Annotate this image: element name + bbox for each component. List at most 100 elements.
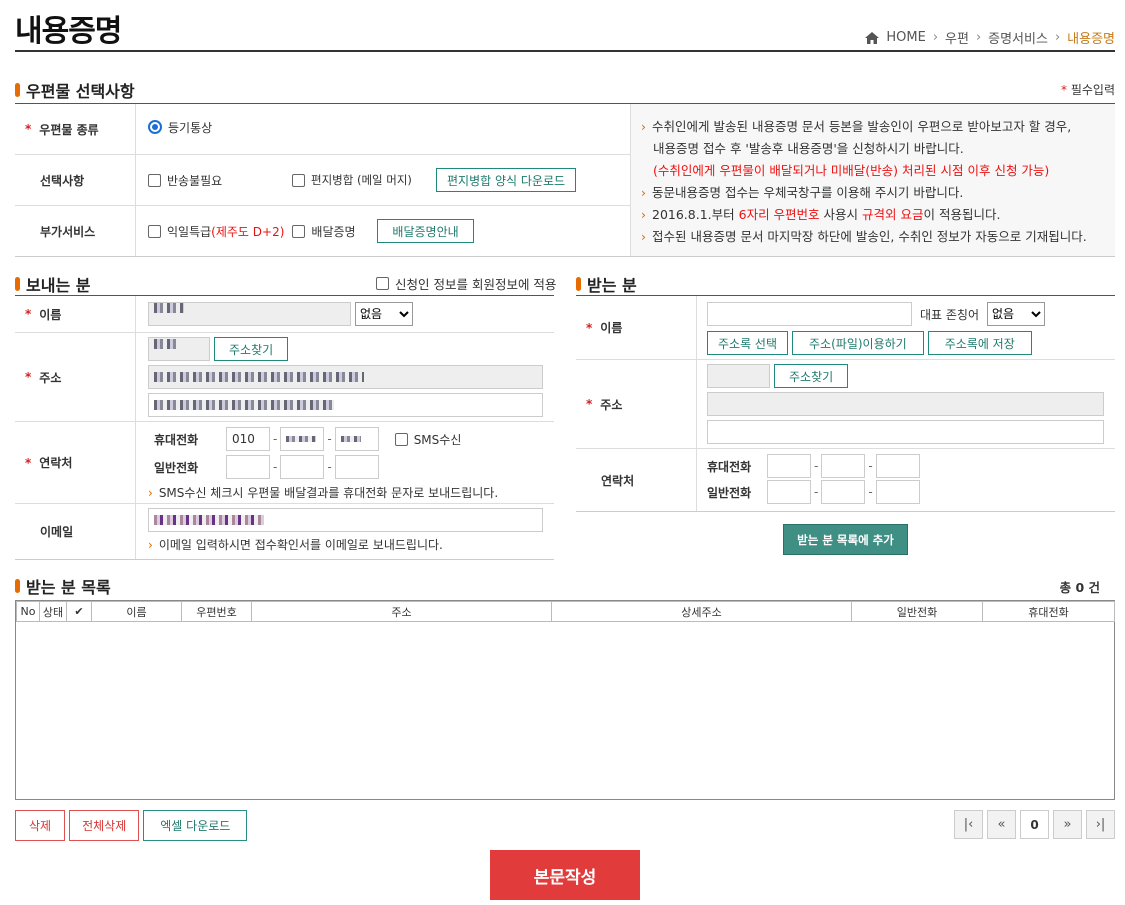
col-phone: 일반전화 [851,601,983,622]
section-bar-icon [15,277,20,291]
col-detail-address: 상세주소 [551,601,852,622]
receiver-name-input[interactable] [707,302,912,326]
col-address: 주소 [251,601,552,622]
sender-mobile-prefix[interactable]: 010 [226,427,270,451]
home-icon[interactable] [865,31,880,44]
title-divider [15,50,1115,52]
sender-name-input[interactable] [148,302,351,326]
checkbox-merge[interactable] [292,173,305,187]
sender-mobile-last[interactable] [334,427,379,451]
receiver-box: * 이름 대표 존칭어 없음 주소록 선택 주소(파일)이용하기 주소록에 저장 … [576,295,1115,512]
col-zipcode: 우편번호 [181,601,252,622]
current-page: 0 [1020,810,1049,839]
mail-type-value: 등기통상 [136,104,212,154]
receiver-find-address-button[interactable]: 주소찾기 [774,364,849,388]
delivery-guide-button[interactable]: 배달증명안내 [377,219,474,243]
mail-options-form: * 우편물 종류 등기통상 선택사항 반송불필요 편지병합 (메일 머지) 편지병… [15,104,630,256]
breadcrumb: HOME › 우편 › 증명서비스 › 내용증명 [865,28,1115,47]
receiver-phone-1[interactable] [767,480,811,504]
section-bar-icon [15,579,20,593]
col-status: 상태 [39,601,67,622]
receiver-row-name: * 이름 대표 존칭어 없음 주소록 선택 주소(파일)이용하기 주소록에 저장 [576,296,1115,360]
receiver-mobile-2[interactable] [821,454,866,478]
excel-download-button[interactable]: 엑셀 다운로드 [143,810,248,841]
address-file-button[interactable]: 주소(파일)이용하기 [792,331,924,355]
list-total-count: 총 0 건 [1059,580,1100,595]
checkbox-nextday[interactable] [148,224,161,238]
sender-phone-2[interactable] [280,455,325,479]
sender-email-input[interactable] [148,508,543,532]
receiver-phone-2[interactable] [821,480,866,504]
address-book-select-button[interactable]: 주소록 선택 [707,331,789,355]
sender-row-contact: * 연락처 휴대전화 010 - - SMS수신 일반전화 - - › SMS수신 … [15,422,554,504]
receiver-detail-address-input[interactable] [707,420,1104,444]
chevron-right-icon: › [975,30,982,45]
chevron-right-icon: › [1054,30,1061,45]
receiver-mobile-3[interactable] [875,454,920,478]
col-check[interactable]: ✔ [66,601,92,622]
checkbox-sms[interactable] [394,432,408,446]
receiver-honorific-select[interactable]: 없음 [987,302,1046,326]
section-receiver-title: 받는 분 [576,272,637,296]
col-name: 이름 [91,601,182,622]
sender-honorific-select[interactable]: 없음 [355,302,413,326]
label-options: 선택사항 [15,155,136,205]
required-note: * 필수입력 [1061,83,1115,97]
extra-value: 익일특급 (제주도 D+2) 배달증명 배달증명안내 [136,206,474,256]
prev-page-icon[interactable]: « [987,810,1016,839]
list-header-row: No 상태 ✔ 이름 우편번호 주소 상세주소 일반전화 휴대전화 [16,601,1115,622]
sender-detail-address-input[interactable] [148,393,543,417]
section-mail-options-title: 우편물 선택사항 [15,78,135,102]
sender-row-email: 이메일 › 이메일 입력하시면 접수확인서를 이메일로 보내드립니다. [15,504,554,559]
last-page-icon[interactable]: ›| [1086,810,1115,839]
section-bar-icon [15,83,20,97]
chevron-right-icon: › [932,30,939,45]
sender-box: * 이름 없음 * 주소 주소찾기 * 연락처 휴대전화 010 - - SMS… [15,295,554,560]
breadcrumb-home[interactable]: HOME [886,30,925,45]
delete-all-button[interactable]: 전체삭제 [69,810,140,841]
pagination: |‹ « 0 » ›| [954,810,1115,839]
sender-phone-3[interactable] [334,455,379,479]
section-list-title: 받는 분 목록 [15,574,111,598]
list-action-buttons: 삭제 전체삭제 엑셀 다운로드 [15,810,248,841]
sender-row-address: * 주소 주소찾기 [15,333,554,422]
receiver-address-input[interactable] [707,392,1104,416]
receiver-row-address: * 주소 주소찾기 [576,360,1115,449]
label-extra: 부가서비스 [15,206,136,256]
checkbox-no-return[interactable] [148,173,161,187]
apply-member-info: 신청인 정보를 회원정보에 적용 [376,274,556,293]
mail-options-box: * 우편물 종류 등기통상 선택사항 반송불필요 편지병합 (메일 머지) 편지병… [15,103,1115,257]
sender-row-name: * 이름 없음 [15,296,554,333]
checkbox-apply-member[interactable] [376,277,389,290]
sender-zipcode-input[interactable] [148,337,210,361]
write-body-button[interactable]: 본문작성 [490,850,640,900]
next-page-icon[interactable]: » [1053,810,1082,839]
receiver-phone-3[interactable] [875,480,920,504]
row-options: 선택사항 반송불필요 편지병합 (메일 머지) 편지병합 양식 다운로드 [15,155,630,206]
sender-address-input[interactable] [148,365,543,389]
breadcrumb-current: 내용증명 [1067,32,1115,47]
first-page-icon[interactable]: |‹ [954,810,983,839]
sender-mobile-mid[interactable] [280,427,325,451]
breadcrumb-cert[interactable]: 증명서비스 [988,28,1048,47]
page-title: 내용증명 [15,14,122,49]
breadcrumb-post[interactable]: 우편 [945,28,969,47]
delete-button[interactable]: 삭제 [15,810,66,841]
radio-registered[interactable] [148,120,162,134]
add-to-receiver-list-button[interactable]: 받는 분 목록에 추가 [783,524,908,555]
row-mail-type: * 우편물 종류 등기통상 [15,104,630,155]
receiver-row-contact: 연락처 휴대전화 - - 일반전화 - - [576,449,1115,511]
sender-find-address-button[interactable]: 주소찾기 [214,337,289,361]
merge-template-download-button[interactable]: 편지병합 양식 다운로드 [436,168,577,192]
receiver-list-table: No 상태 ✔ 이름 우편번호 주소 상세주소 일반전화 휴대전화 [15,600,1115,800]
save-address-book-button[interactable]: 주소록에 저장 [927,331,1032,355]
checkbox-delivery-proof[interactable] [292,224,306,238]
row-extra: 부가서비스 익일특급 (제주도 D+2) 배달증명 배달증명안내 [15,206,630,256]
receiver-zipcode-input[interactable] [707,364,770,388]
section-sender-title: 보내는 분 [15,272,90,296]
sender-phone-1[interactable] [226,455,270,479]
options-value: 반송불필요 편지병합 (메일 머지) 편지병합 양식 다운로드 [136,155,577,205]
section-bar-icon [576,277,581,291]
receiver-mobile-1[interactable] [767,454,811,478]
info-panel: › 수취인에게 발송된 내용증명 문서 등본을 발송인이 우편으로 받아보고자 할… [630,104,1115,256]
